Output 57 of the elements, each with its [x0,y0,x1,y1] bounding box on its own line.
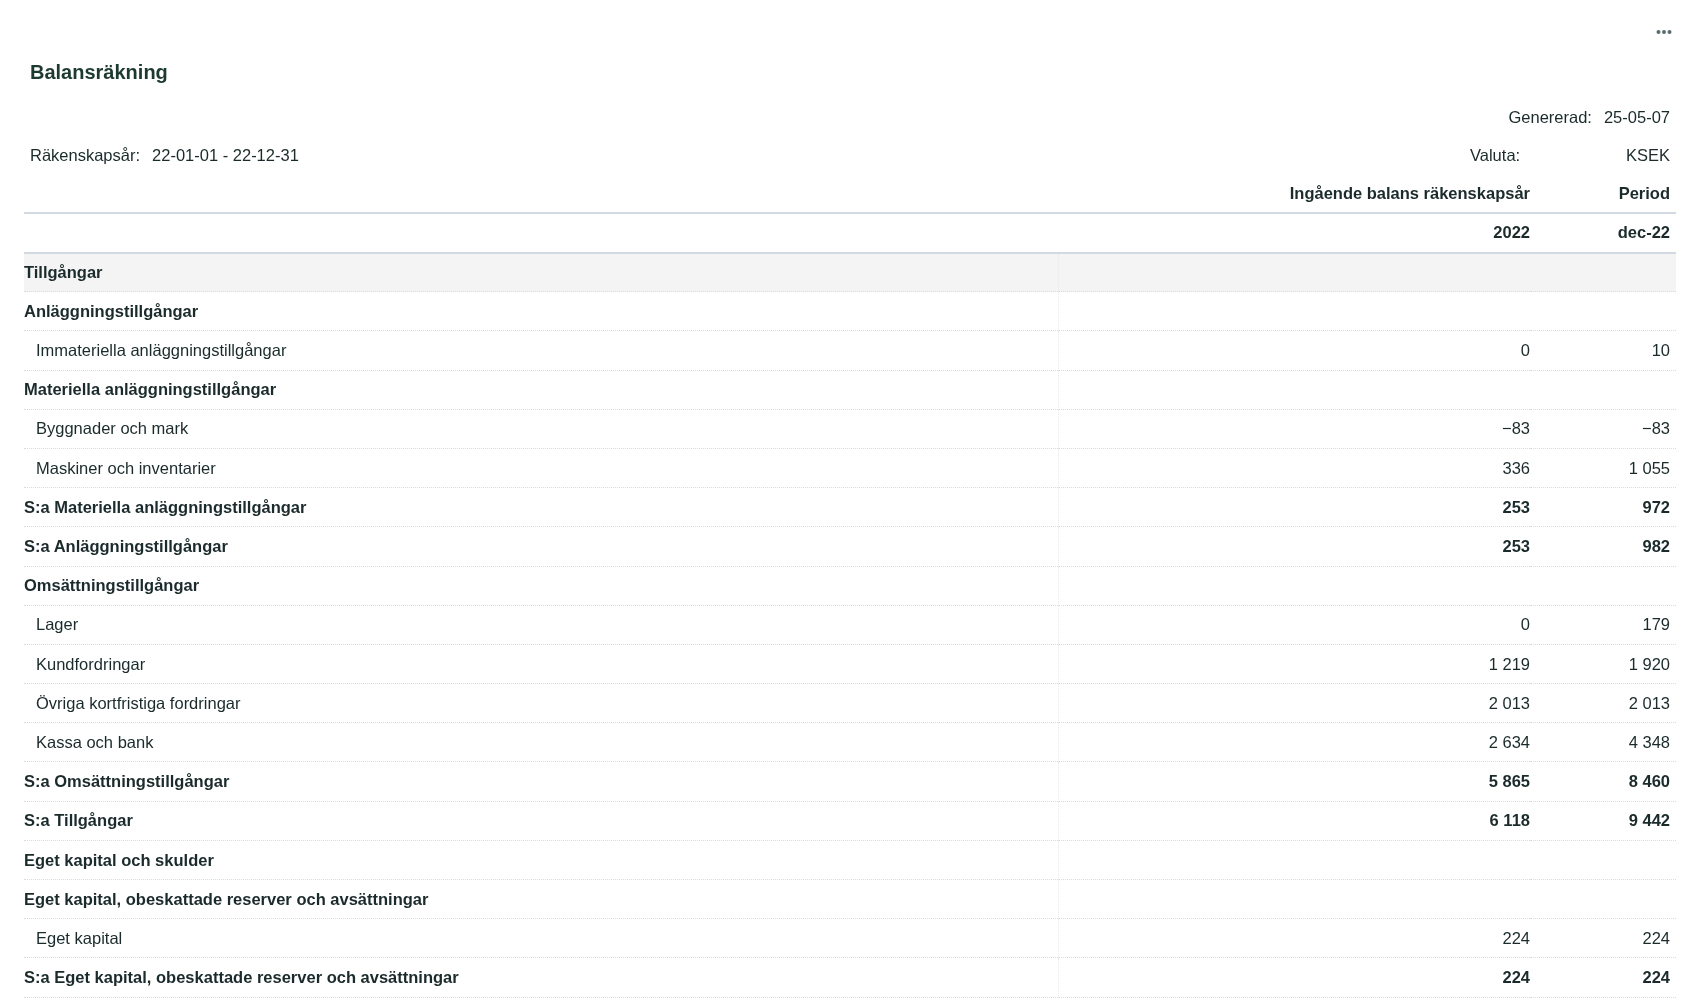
amount-value: 2 013 [1628,693,1670,712]
ellipsis-icon [1656,28,1672,35]
group-label: Eget kapital, obeskattade reserver och avsättningar [24,889,429,908]
subtotal-label: S:a Eget kapital, obeskattade reserver och avsättningar [24,968,459,987]
subtotal-value: 9 442 [1628,811,1670,830]
account-label: Övriga kortfristiga fordringar [36,693,241,712]
section-label: Tillgångar [24,262,103,281]
group-label: Materiella anläggningstillgångar [24,380,277,399]
amount-value: −83 [1642,419,1670,438]
subtotal-value: 8 460 [1628,772,1670,791]
account-label: Byggnader och mark [36,419,189,438]
amount-value: 0 [1520,341,1530,360]
fiscal-year-range: 22-01-01 - 22-12-31 [152,145,299,167]
column-header: Period [1530,174,1676,213]
subtotal-label: S:a Tillgångar [24,811,133,830]
account-label: Eget kapital [36,928,123,947]
amount-value: 10 [1651,341,1670,360]
subtotal-value: 5 865 [1488,772,1530,791]
account-label: Immateriella anläggningstillgångar [36,341,287,360]
group-label: Eget kapital och skulder [24,850,214,869]
account-label: Kundfordringar [36,654,146,673]
subtotal-value: 253 [1502,537,1530,556]
subtotal-value: 982 [1642,537,1670,556]
group-label: Anläggningstillgångar [24,301,199,320]
amount-value: 179 [1642,615,1670,634]
subtotal-label: S:a Omsättningstillgångar [24,772,230,791]
column-header: Ingående balans räkenskapsår [1058,174,1530,213]
subtotal-value: 972 [1642,497,1670,516]
amount-value: 1 055 [1628,458,1670,477]
amount-value: 1 920 [1628,654,1670,673]
currency-label: Valuta: [1470,145,1522,167]
subtotal-value: 253 [1502,497,1530,516]
account-label: Lager [36,615,79,634]
amount-value: 224 [1502,928,1530,947]
fiscal-year-label: Räkenskapsår: [30,145,141,167]
amount-value: 336 [1502,458,1530,477]
amount-value: 0 [1520,615,1530,634]
generated-date: 25-05-07 [1603,107,1670,129]
account-label: Maskiner och inventarier [36,458,216,477]
amount-value: 2 013 [1488,693,1530,712]
amount-value: 4 348 [1628,732,1670,751]
amount-value: −83 [1502,419,1530,438]
subtotal-label: S:a Materiella anläggningstillgångar [24,497,307,516]
report-title: Balansräkning [30,59,169,85]
subtotal-value: 6 118 [1489,811,1530,830]
amount-value: 224 [1642,928,1670,947]
generated-label: Genererad: [1508,107,1592,129]
subtotal-label: S:a Anläggningstillgångar [24,537,228,556]
group-label: Omsättningstillgångar [24,576,200,595]
currency-value: KSEK [1624,145,1670,167]
column-subheader: dec-22 [1530,212,1676,253]
amount-value: 1 219 [1488,654,1530,673]
column-subheader: 2022 [1058,212,1530,253]
amount-value: 2 634 [1488,732,1530,751]
subtotal-value: 224 [1502,968,1530,987]
account-label: Kassa och bank [36,732,154,751]
subtotal-value: 224 [1642,968,1670,987]
